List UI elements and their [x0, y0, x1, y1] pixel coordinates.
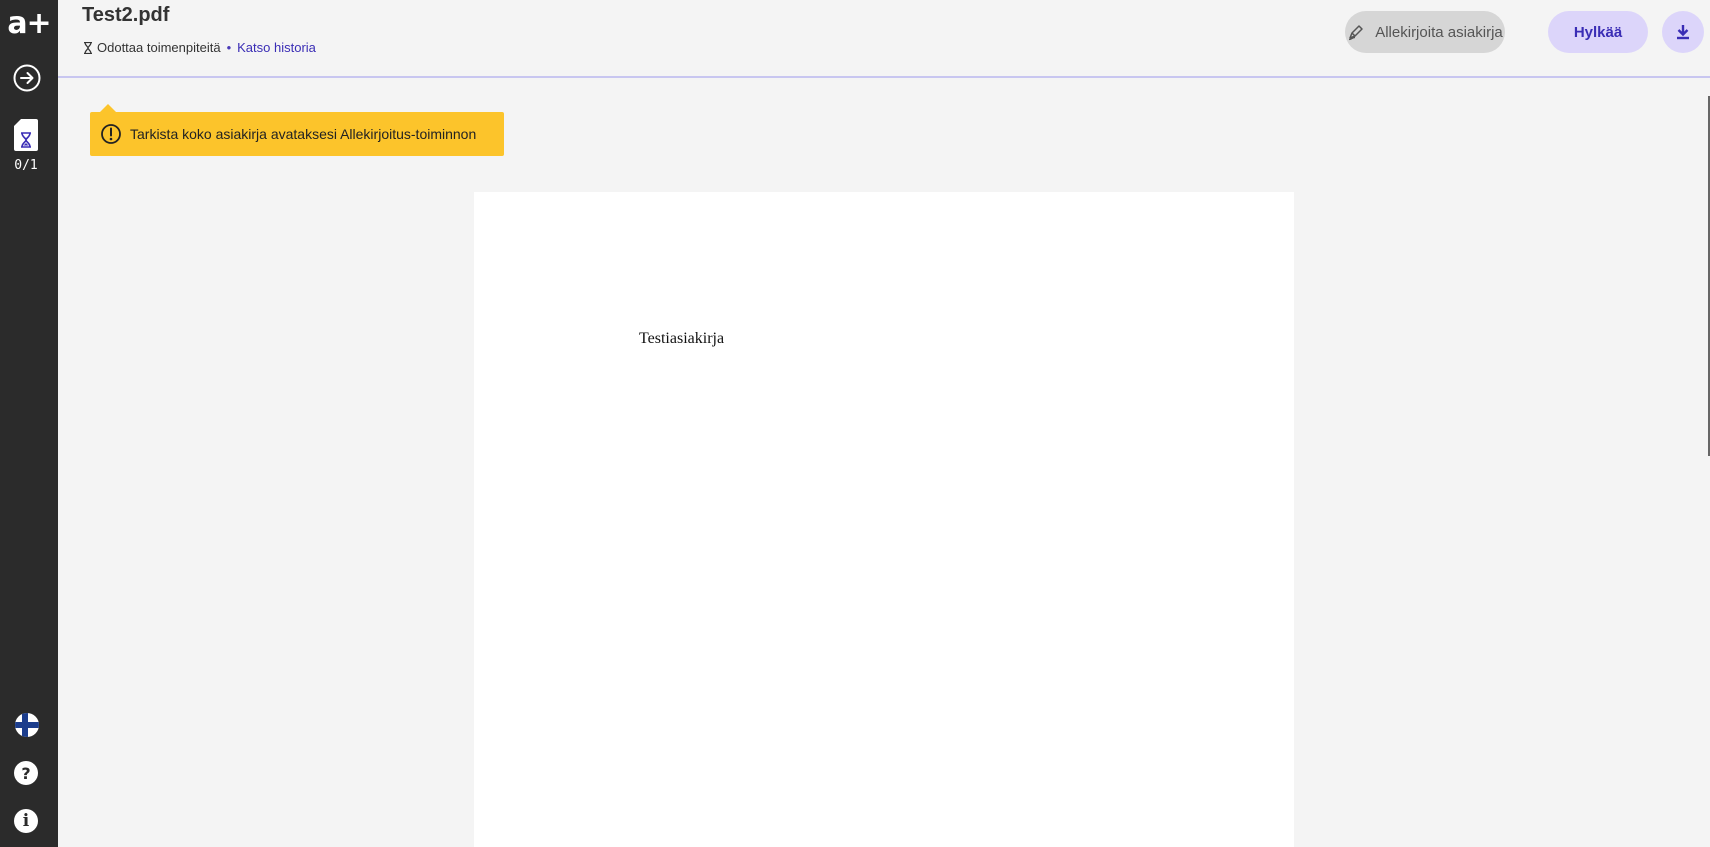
status-text: Odottaa toimenpiteitä — [97, 40, 221, 55]
download-button[interactable] — [1662, 11, 1704, 53]
exit-arrow-icon[interactable] — [12, 63, 42, 93]
reject-button[interactable]: Hylkää — [1548, 11, 1648, 53]
pen-icon — [1349, 25, 1363, 41]
logo-text: a+ — [7, 5, 51, 41]
notice-text: Tarkista koko asiakirja avataksesi Allek… — [130, 126, 477, 142]
flag-cross-vertical — [22, 713, 28, 737]
hourglass-icon — [84, 41, 92, 54]
info-icon[interactable]: i — [14, 809, 38, 833]
help-icon[interactable]: ? — [14, 761, 38, 785]
review-notice: Tarkista koko asiakirja avataksesi Allek… — [90, 104, 504, 156]
download-icon — [1677, 25, 1689, 40]
app-logo[interactable]: a+ — [7, 5, 51, 41]
sign-document-button[interactable]: Allekirjoita asiakirja — [1345, 11, 1505, 53]
hourglass-icon — [21, 132, 31, 148]
document-status: Odottaa toimenpiteitä • Katso historia — [83, 40, 316, 55]
document-thumbnail[interactable] — [14, 119, 38, 151]
document-page[interactable]: Testiasiakirja — [474, 192, 1294, 847]
document-text: Testiasiakirja — [639, 330, 725, 347]
document-counter: 0/1 — [14, 158, 38, 173]
separator-dot: • — [226, 40, 232, 55]
warning-icon — [101, 124, 121, 144]
finnish-flag-icon[interactable] — [15, 713, 39, 737]
view-history-link[interactable]: Katso historia — [237, 40, 316, 55]
sign-button-label: Allekirjoita asiakirja — [1375, 23, 1503, 41]
page-title: Test2.pdf — [82, 4, 170, 26]
sidebar: a+ 0/1 ? i — [0, 0, 58, 847]
document-header: Test2.pdf Odottaa toimenpiteitä • Katso … — [58, 0, 1710, 78]
